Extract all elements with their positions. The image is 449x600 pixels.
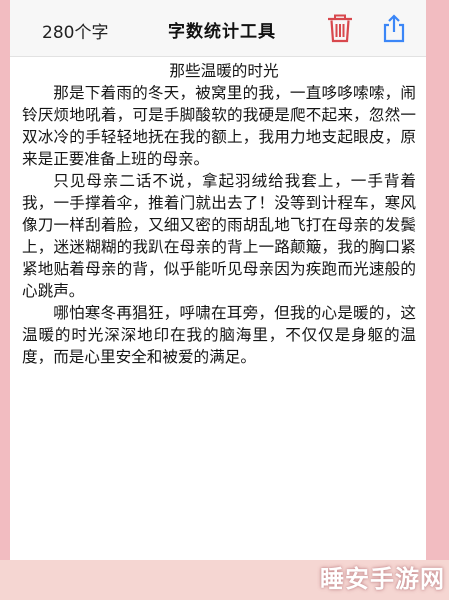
trash-icon[interactable] [325, 12, 355, 44]
watermark-logo: 睡安手游网 [320, 565, 445, 593]
phone-screen: 280个字 字数统计工具 那些温暖的时光 那是下着雨的冬天，被窝里的我，一直哆哆… [10, 0, 426, 560]
top-toolbar: 280个字 字数统计工具 [10, 0, 426, 57]
character-count: 280个字 [42, 23, 109, 43]
page-title: 字数统计工具 [168, 22, 276, 42]
paragraph: 那是下着雨的冬天，被窝里的我，一直哆哆嗦嗦，闹铃厌烦地吼着，可是手脚酸软的我硬是… [22, 84, 416, 168]
paragraph: 只见母亲二话不说，拿起羽绒给我套上，一手背着我，一手撑着伞，推着门就出去了！没等… [22, 172, 416, 300]
document-title: 那些温暖的时光 [169, 62, 279, 80]
paragraph: 哪怕寒冬再猖狂，呼啸在耳旁，但我的心是暖的，这温暖的时光深深地印在我的脑海里，不… [22, 304, 416, 366]
document-content: 那些温暖的时光 那是下着雨的冬天，被窝里的我，一直哆哆嗦嗦，闹铃厌烦地吼着，可是… [22, 60, 416, 368]
share-icon[interactable] [379, 12, 409, 44]
